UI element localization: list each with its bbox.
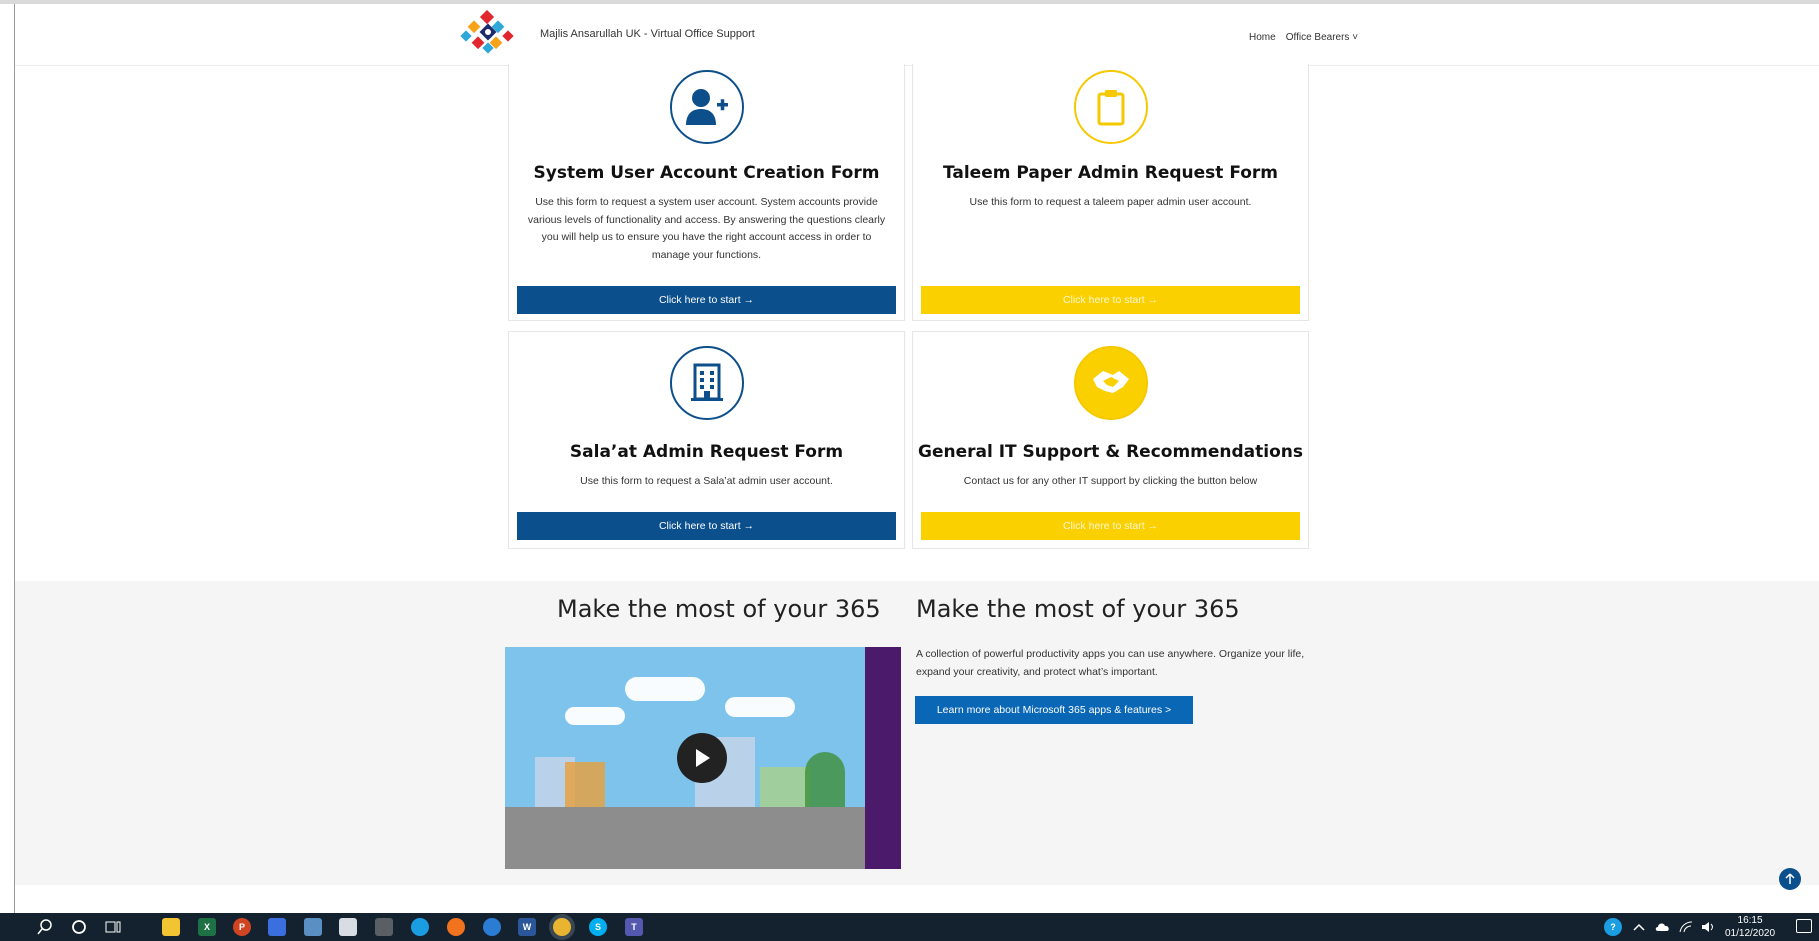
site-header: Majlis Ansarullah UK - Virtual Office Su…: [15, 4, 1819, 66]
system-clock[interactable]: 16:15 01/12/2020: [1725, 914, 1775, 940]
wifi-icon[interactable]: [1677, 918, 1695, 936]
notifications-icon[interactable]: [1796, 919, 1812, 933]
card-description: Use this form to request a taleem paper …: [969, 196, 1252, 208]
play-icon: [696, 749, 710, 767]
logo-mosaic-icon: [460, 9, 514, 54]
start-button[interactable]: Click here to start →: [921, 512, 1300, 540]
word-icon[interactable]: W: [518, 918, 536, 936]
start-button[interactable]: Click here to start →: [517, 512, 896, 540]
learn-more-button[interactable]: Learn more about Microsoft 365 apps & fe…: [915, 696, 1193, 724]
start-button[interactable]: Click here to start →: [921, 286, 1300, 314]
building-icon: [690, 363, 723, 401]
app-icon[interactable]: [339, 918, 357, 936]
card-description: Use this form to request a system user a…: [527, 196, 886, 261]
card-description: Contact us for any other IT support by c…: [963, 475, 1258, 487]
clock-time: 16:15: [1737, 915, 1763, 926]
handshake-icon: [1092, 371, 1129, 393]
teams-icon[interactable]: T: [625, 918, 643, 936]
card-title: System User Account Creation Form: [533, 163, 880, 183]
volume-icon[interactable]: [1700, 918, 1718, 936]
card-title: Sala’at Admin Request Form: [569, 442, 844, 462]
card-icon-circle: [1073, 70, 1148, 144]
section-heading-right: Make the most of your 365: [916, 595, 1240, 623]
microsoft-365-section: [15, 581, 1819, 885]
calculator-icon[interactable]: [375, 918, 393, 936]
chevron-up-icon[interactable]: [1630, 918, 1648, 936]
arrow-up-icon: [1785, 873, 1795, 884]
section-heading-left: Make the most of your 365: [557, 595, 881, 623]
card-system-user-account: System User Account Creation Form Use th…: [508, 64, 905, 321]
excel-icon[interactable]: X: [198, 918, 216, 936]
powerpoint-icon[interactable]: P: [233, 918, 251, 936]
skype-icon[interactable]: S: [589, 918, 607, 936]
card-description: Use this form to request a Sala’at admin…: [580, 475, 833, 487]
site-logo[interactable]: [460, 9, 516, 56]
file-explorer-icon[interactable]: [162, 918, 180, 936]
app-icon[interactable]: [268, 918, 286, 936]
windows-taskbar: X P W S T ? 16:15 01/12/2020: [0, 913, 1819, 941]
video-play-button[interactable]: [677, 733, 727, 783]
scroll-to-top-button[interactable]: [1779, 868, 1801, 890]
card-icon-circle: [669, 70, 744, 144]
task-view-icon[interactable]: [104, 918, 122, 936]
card-icon-circle: [1073, 346, 1148, 420]
clipboard-icon: [1097, 90, 1124, 126]
nav-home[interactable]: Home: [1249, 32, 1276, 43]
nav-office-bearers-dropdown[interactable]: Office Bearers ˅: [1286, 32, 1358, 43]
card-general-it-support: General IT Support & Recommendations Con…: [912, 331, 1309, 549]
app-icon[interactable]: [483, 918, 501, 936]
start-button[interactable]: Click here to start →: [517, 286, 896, 314]
clock-date: 01/12/2020: [1725, 928, 1776, 939]
app-icon[interactable]: [304, 918, 322, 936]
card-title: General IT Support & Recommendations: [917, 442, 1304, 462]
chrome-icon[interactable]: [553, 918, 571, 936]
onedrive-icon[interactable]: [1654, 918, 1672, 936]
card-title: Taleem Paper Admin Request Form: [942, 163, 1279, 183]
user-plus-icon: [685, 89, 728, 125]
edge-icon[interactable]: [411, 918, 429, 936]
card-taleem-paper-admin: Taleem Paper Admin Request Form Use this…: [912, 64, 1309, 321]
card-icon-circle: [669, 346, 744, 420]
site-title[interactable]: Majlis Ansarullah UK - Virtual Office Su…: [540, 28, 755, 40]
search-icon[interactable]: [36, 918, 54, 936]
firefox-icon[interactable]: [447, 918, 465, 936]
main-nav: Home Office Bearers ˅: [1249, 32, 1358, 43]
card-salaat-admin: Sala’at Admin Request Form Use this form…: [508, 331, 905, 549]
promo-description: A collection of powerful productivity ap…: [916, 648, 1305, 678]
help-icon[interactable]: ?: [1604, 918, 1622, 936]
cortana-icon[interactable]: [70, 918, 88, 936]
